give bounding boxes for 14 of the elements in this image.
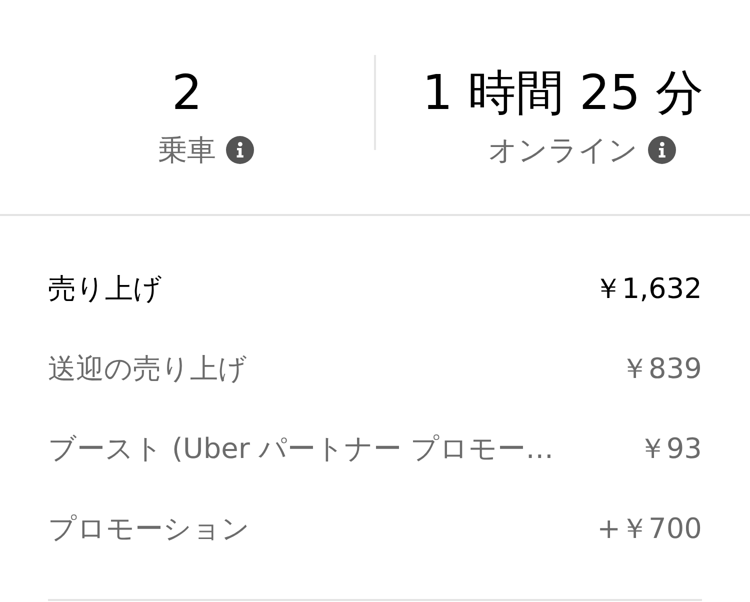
stat-label: オンライン [488, 132, 638, 168]
earnings-amount: ￥93 [638, 431, 702, 467]
stat-label: 乗車 [158, 132, 216, 168]
earnings-label: ブースト (Uber パートナー プロモー… [48, 431, 554, 467]
earnings-label: 送迎の売り上げ [48, 351, 247, 387]
earnings-amount: ￥1,632 [594, 271, 702, 307]
stat-value: 2 [172, 65, 202, 121]
earnings-label: 売り上げ [48, 271, 162, 307]
info-icon[interactable] [648, 136, 676, 164]
earnings-amount: ￥839 [620, 351, 702, 387]
info-icon[interactable] [226, 136, 254, 164]
stat-value: 1 時間 25 分 [422, 65, 704, 121]
earnings-amount: +￥700 [597, 511, 702, 547]
earnings-label: プロモーション [48, 511, 250, 547]
